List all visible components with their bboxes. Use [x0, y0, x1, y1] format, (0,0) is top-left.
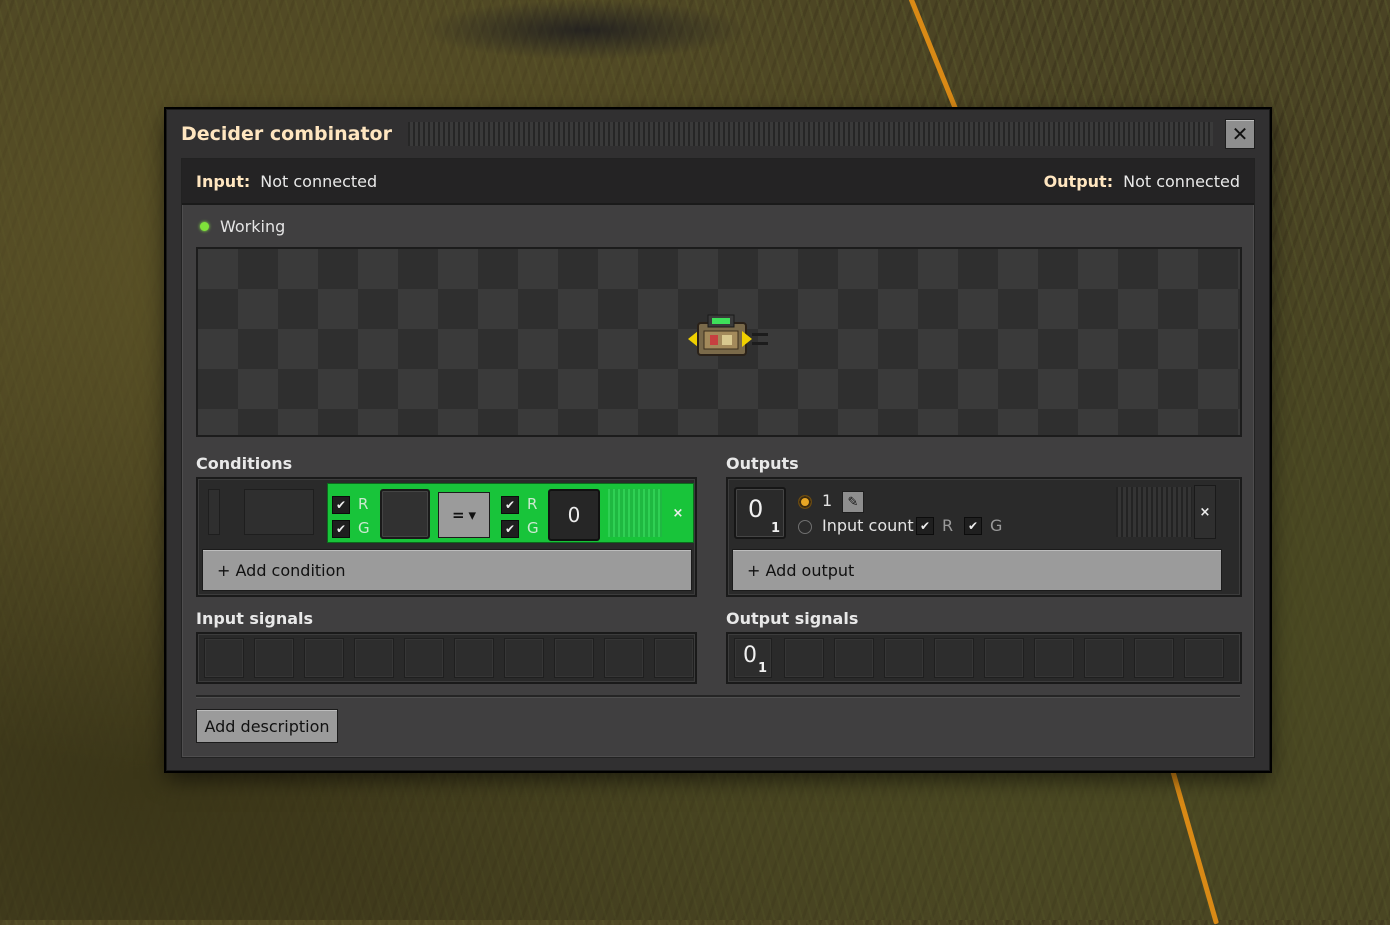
- condition-row: ✔ R ✔ G = ▾ ✔ R ✔ G 0 ×: [327, 483, 694, 543]
- decider-combinator-icon: [688, 314, 768, 356]
- output-green-wire-checkbox[interactable]: ✔: [964, 517, 982, 535]
- output-signal-slot[interactable]: 0 1: [734, 487, 786, 539]
- output-signal-entry[interactable]: 0 1: [734, 638, 772, 678]
- output-signal-entry-value: 0: [743, 643, 757, 668]
- signal-slot[interactable]: [354, 638, 394, 678]
- signal-slot[interactable]: [1134, 638, 1174, 678]
- output-red-wire-checkbox[interactable]: ✔: [916, 517, 934, 535]
- right-red-wire-label: R: [527, 495, 538, 513]
- conditions-panel: ✔ R ✔ G = ▾ ✔ R ✔ G 0 × + Add condition: [196, 477, 697, 597]
- signal-slot[interactable]: [984, 638, 1024, 678]
- left-green-wire-checkbox[interactable]: ✔: [332, 520, 350, 538]
- remove-output-button[interactable]: ×: [1194, 485, 1216, 539]
- add-description-button[interactable]: Add description: [196, 709, 338, 743]
- condition-drag-handle-hatched[interactable]: [608, 489, 662, 537]
- input-signals-title: Input signals: [196, 609, 314, 628]
- first-signal-slot[interactable]: [380, 489, 430, 539]
- right-green-wire-label: G: [527, 519, 539, 537]
- output-signal-value: 0: [748, 495, 764, 523]
- output-red-wire-label: R: [942, 516, 954, 535]
- output-signals-title: Output signals: [726, 609, 859, 628]
- output-label: Output:: [1043, 171, 1114, 191]
- comparator-value: =: [451, 506, 465, 524]
- signal-slot[interactable]: [1184, 638, 1224, 678]
- status-led-icon: [200, 222, 209, 231]
- signal-slot[interactable]: [254, 638, 294, 678]
- titlebar[interactable]: Decider combinator ✕: [181, 118, 1255, 150]
- outputs-panel: 0 1 1 ✎ Input count ✔ R ✔ G × + Add outp…: [726, 477, 1242, 597]
- signal-slot[interactable]: [784, 638, 824, 678]
- signal-slot[interactable]: [404, 638, 444, 678]
- status-indicator: Working: [200, 217, 285, 236]
- output-one-label: 1: [822, 491, 833, 510]
- close-button[interactable]: ✕: [1225, 119, 1255, 149]
- signal-slot[interactable]: [654, 638, 694, 678]
- content-frame: Input: Not connected Output: Not connected…: [181, 158, 1255, 758]
- window-title: Decider combinator: [181, 123, 392, 145]
- connection-bar: Input: Not connected Output: Not connected: [182, 159, 1254, 205]
- output-drag-handle[interactable]: [1116, 487, 1192, 537]
- signal-slot[interactable]: [604, 638, 644, 678]
- signal-slot[interactable]: [204, 638, 244, 678]
- drag-handle[interactable]: [408, 122, 1213, 146]
- outputs-title: Outputs: [726, 454, 799, 473]
- input-count-label: Input count: [822, 516, 914, 535]
- output-signals-panel: 0 1: [726, 632, 1242, 684]
- signal-slot[interactable]: [1034, 638, 1074, 678]
- chevron-down-icon: ▾: [468, 506, 477, 524]
- input-count-radio[interactable]: [798, 520, 812, 534]
- input-signals-panel: [196, 632, 697, 684]
- right-green-wire-checkbox[interactable]: ✔: [501, 520, 519, 538]
- output-signal-count: 1: [770, 521, 780, 536]
- input-value: Not connected: [260, 171, 378, 191]
- signal-slot[interactable]: [884, 638, 924, 678]
- background-shadow: [420, 0, 750, 60]
- condition-drag-handle[interactable]: [208, 489, 220, 535]
- copper-wire: [905, 0, 959, 112]
- output-connection: Output: Not connected: [1044, 172, 1240, 191]
- output-green-wire-label: G: [990, 516, 1003, 535]
- signal-slot[interactable]: [834, 638, 874, 678]
- conditions-title: Conditions: [196, 454, 293, 473]
- remove-condition-button[interactable]: ×: [668, 486, 688, 540]
- left-red-wire-checkbox[interactable]: ✔: [332, 496, 350, 514]
- signal-slot[interactable]: [304, 638, 344, 678]
- input-connection: Input: Not connected: [196, 172, 377, 191]
- output-one-radio[interactable]: [798, 495, 812, 509]
- status-text: Working: [220, 217, 286, 236]
- output-value: Not connected: [1123, 171, 1240, 191]
- signal-slot[interactable]: [504, 638, 544, 678]
- edit-constant-pencil-icon[interactable]: ✎: [842, 491, 864, 513]
- signal-slot[interactable]: [934, 638, 974, 678]
- add-condition-button[interactable]: + Add condition: [202, 549, 692, 591]
- condition-connector-slot[interactable]: [244, 489, 314, 535]
- input-label: Input:: [196, 171, 251, 191]
- right-red-wire-checkbox[interactable]: ✔: [501, 496, 519, 514]
- entity-preview: [196, 247, 1242, 437]
- left-green-wire-label: G: [358, 519, 370, 537]
- second-signal-constant[interactable]: 0: [548, 489, 600, 541]
- output-signal-entry-count: 1: [757, 661, 767, 676]
- signal-slot[interactable]: [1084, 638, 1124, 678]
- left-red-wire-label: R: [358, 495, 369, 513]
- signal-slot[interactable]: [454, 638, 494, 678]
- comparator-dropdown[interactable]: = ▾: [438, 492, 490, 538]
- add-output-button[interactable]: + Add output: [732, 549, 1222, 591]
- divider: [196, 695, 1240, 698]
- copper-wire: [1170, 769, 1220, 925]
- signal-slot[interactable]: [554, 638, 594, 678]
- decider-combinator-window: Decider combinator ✕ Input: Not connected…: [166, 109, 1270, 771]
